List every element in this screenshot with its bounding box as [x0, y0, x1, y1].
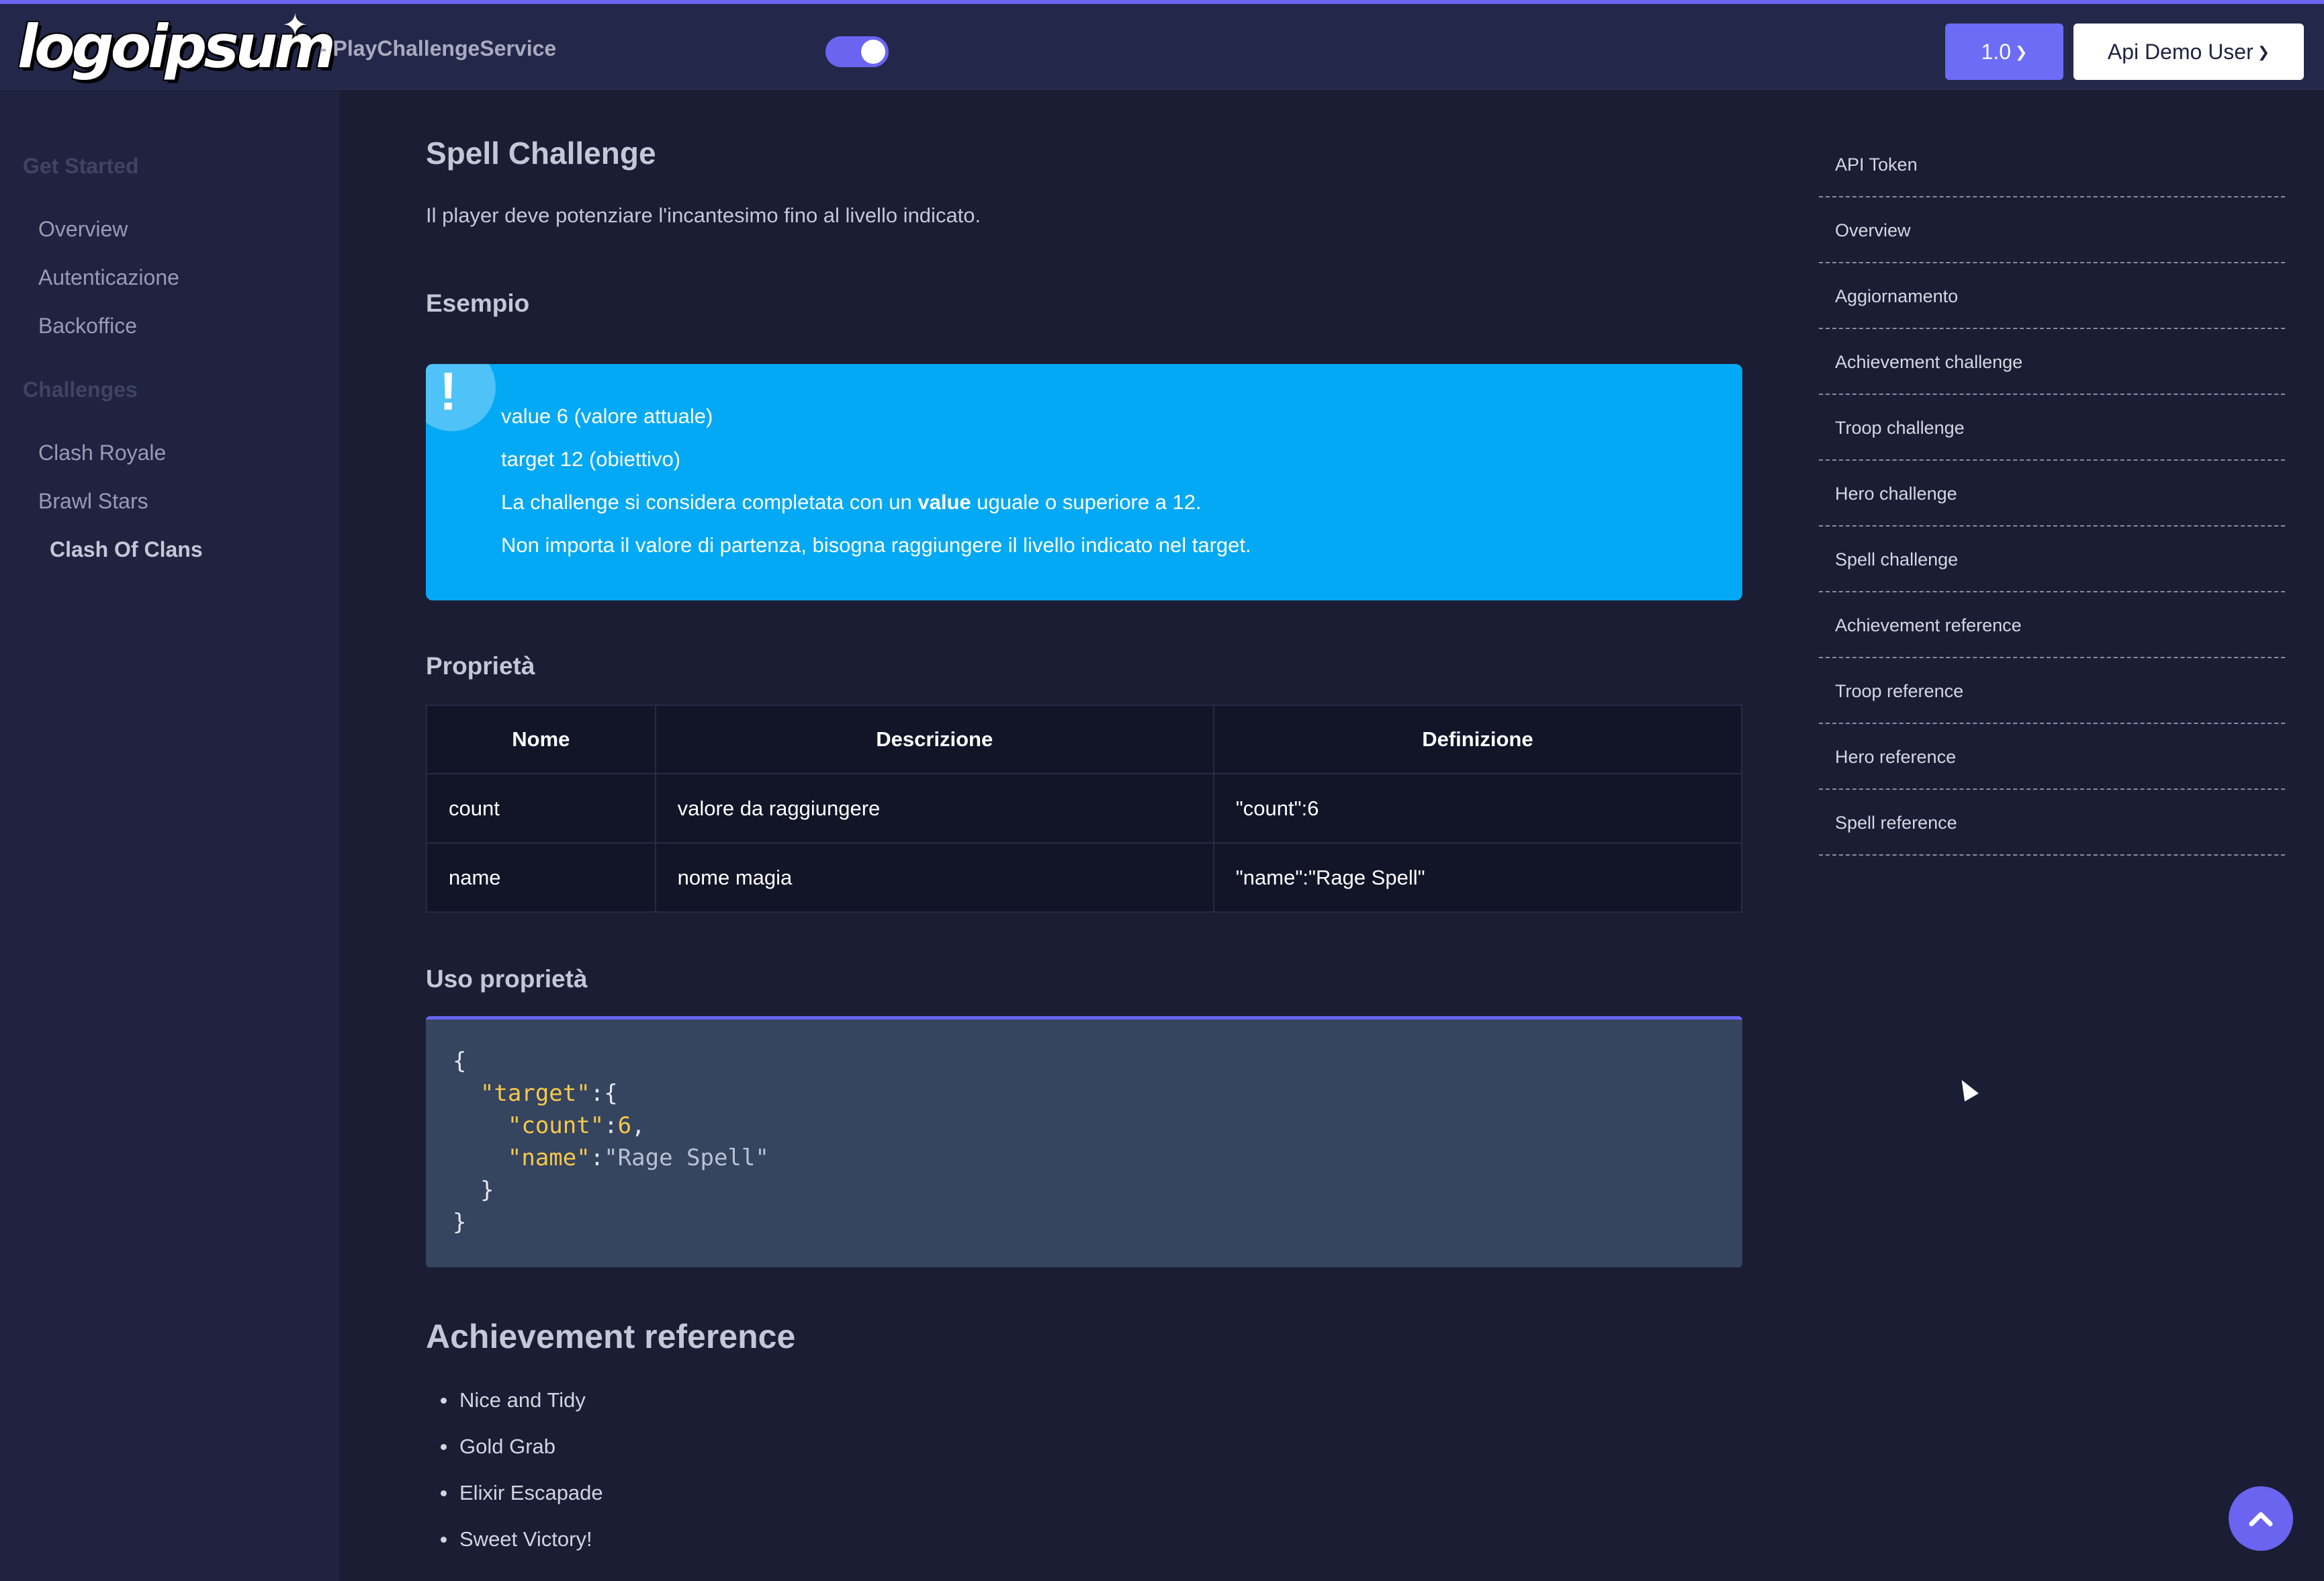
sidebar-item-brawl-stars[interactable]: Brawl Stars: [38, 489, 148, 514]
list-item: Gold Grab: [441, 1433, 603, 1480]
top-header: logoipsum ✦ - PlayChallengeService 1.0 ❯ …: [0, 4, 2324, 90]
code-token: }: [453, 1209, 467, 1236]
toc-item-achievement-challenge[interactable]: Achievement challenge: [1819, 329, 2285, 395]
chevron-down-icon: ❯: [2015, 44, 2028, 60]
callout-text: La challenge si considera completata con…: [501, 490, 918, 514]
callout-line: target 12 (obiettivo): [501, 447, 681, 471]
user-dropdown-button[interactable]: Api Demo User ❯: [2073, 24, 2304, 80]
callout-bold-text: value: [918, 490, 971, 514]
page-title: Spell Challenge: [426, 136, 656, 171]
callout-line: La challenge si considera completata con…: [501, 490, 1202, 514]
table-cell: count: [426, 773, 656, 844]
code-block[interactable]: { "target":{ "count":6, "name":"Rage Spe…: [426, 1016, 1742, 1267]
code-value: 6: [617, 1112, 632, 1139]
version-label: 1.0: [1981, 40, 2012, 64]
table-cell: "count":6: [1212, 773, 1743, 844]
column-header: Descrizione: [654, 705, 1214, 774]
exclamation-icon: !: [426, 364, 496, 431]
toc-item-hero-reference[interactable]: Hero reference: [1819, 724, 2285, 790]
code-key: "name": [507, 1144, 590, 1171]
toc-item-overview[interactable]: Overview: [1819, 197, 2285, 263]
code-token: {: [453, 1048, 467, 1075]
column-header: Definizione: [1212, 705, 1743, 774]
sidebar-item-clash-of-clans[interactable]: Clash Of Clans: [50, 537, 203, 562]
code-key: "count": [507, 1112, 605, 1139]
example-heading: Esempio: [426, 289, 530, 317]
sidebar: Get Started Overview Autenticazione Back…: [0, 91, 339, 1581]
toggle-knob: [861, 40, 885, 64]
sidebar-item-overview[interactable]: Overview: [38, 217, 128, 242]
callout-line: Non importa il valore di partenza, bisog…: [501, 533, 1251, 557]
service-name: - PlayChallengeService: [320, 36, 557, 60]
theme-toggle[interactable]: [825, 36, 889, 67]
toc-item-troop-challenge[interactable]: Troop challenge: [1819, 395, 2285, 461]
achievement-list: Nice and Tidy Gold Grab Elixir Escapade …: [441, 1387, 603, 1572]
sidebar-item-backoffice[interactable]: Backoffice: [38, 314, 137, 338]
code-token: }: [480, 1177, 494, 1204]
version-dropdown-button[interactable]: 1.0 ❯: [1945, 24, 2063, 80]
list-item: Elixir Escapade: [441, 1480, 603, 1526]
properties-heading: Proprietà: [426, 652, 535, 680]
toc-item-spell-challenge[interactable]: Spell challenge: [1819, 527, 2285, 592]
user-label: Api Demo User: [2107, 40, 2253, 64]
mouse-cursor-icon: [1955, 1076, 1979, 1101]
sidebar-heading-challenges: Challenges: [23, 377, 138, 402]
toc-item-aggiornamento[interactable]: Aggiornamento: [1819, 263, 2285, 329]
table-row: name nome magia "name":"Rage Spell": [426, 842, 1743, 913]
toc-item-troop-reference[interactable]: Troop reference: [1819, 658, 2285, 724]
sidebar-item-autenticazione[interactable]: Autenticazione: [38, 265, 179, 290]
table-row: count valore da raggiungere "count":6: [426, 773, 1743, 844]
properties-table: Nome Descrizione Definizione count valor…: [426, 705, 1743, 913]
code-value: "Rage Spell": [604, 1144, 769, 1171]
info-callout: ! value 6 (valore attuale) target 12 (ob…: [426, 364, 1742, 600]
scroll-to-top-button[interactable]: [2229, 1486, 2293, 1551]
list-item: Sweet Victory!: [441, 1526, 603, 1572]
chevron-down-icon: ❯: [2257, 44, 2270, 60]
table-header-row: Nome Descrizione Definizione: [426, 705, 1743, 774]
callout-line: value 6 (valore attuale): [501, 404, 713, 428]
toc-item-hero-challenge[interactable]: Hero challenge: [1819, 461, 2285, 527]
table-cell: valore da raggiungere: [654, 773, 1214, 844]
sidebar-item-clash-royale[interactable]: Clash Royale: [38, 441, 166, 465]
logo-star-icon: ✦: [282, 7, 308, 42]
table-of-contents: API Token Overview Aggiornamento Achieve…: [1819, 132, 2285, 856]
list-item: Nice and Tidy: [441, 1387, 603, 1433]
page-description: Il player deve potenziare l'incantesimo …: [426, 204, 981, 227]
callout-text: uguale o superiore a 12.: [971, 490, 1202, 514]
table-cell: name: [426, 842, 656, 913]
toc-item-api-token[interactable]: API Token: [1819, 132, 2285, 197]
toc-item-achievement-reference[interactable]: Achievement reference: [1819, 592, 2285, 658]
toc-item-spell-reference[interactable]: Spell reference: [1819, 790, 2285, 856]
column-header: Nome: [426, 705, 656, 774]
chevron-up-icon: [2249, 1512, 2273, 1527]
table-cell: "name":"Rage Spell": [1212, 842, 1743, 913]
sidebar-heading-get-started: Get Started: [23, 154, 139, 178]
achievement-reference-heading: Achievement reference: [426, 1318, 796, 1355]
table-cell: nome magia: [654, 842, 1214, 913]
code-key: "target": [480, 1080, 590, 1107]
usage-heading: Uso proprietà: [426, 965, 588, 993]
